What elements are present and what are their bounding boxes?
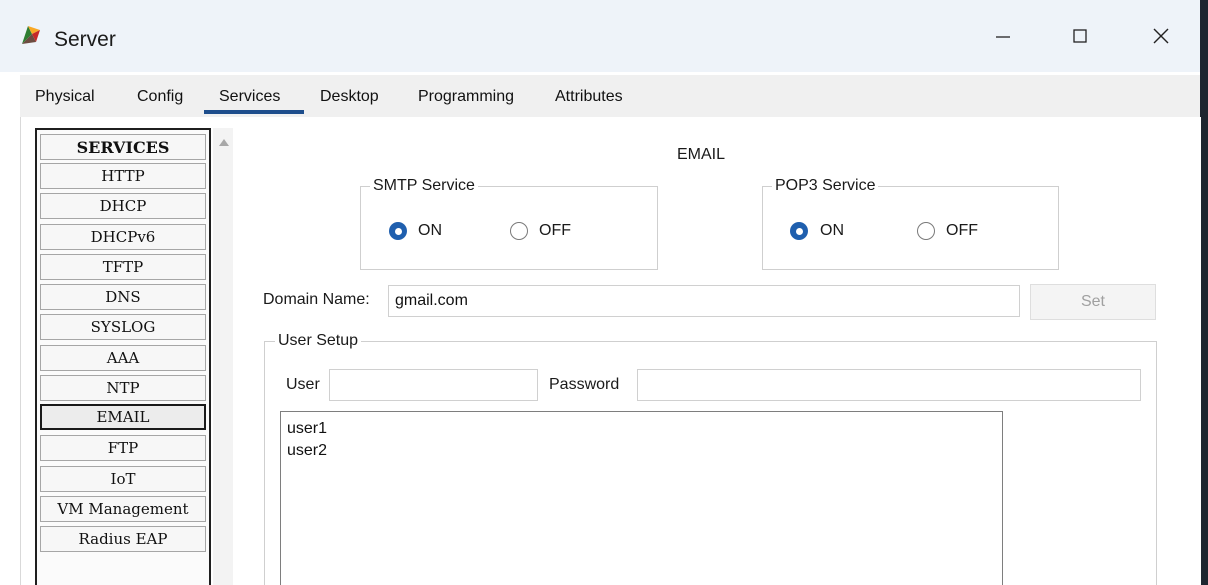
tab-attributes[interactable]: Attributes <box>555 80 623 114</box>
domain-name-input[interactable] <box>388 285 1020 317</box>
smtp-on-label[interactable]: ON <box>418 222 442 240</box>
user-label: User <box>286 376 320 393</box>
password-label: Password <box>549 376 620 393</box>
domain-name-label: Domain Name: <box>263 291 370 308</box>
maximize-icon <box>1073 29 1087 43</box>
scroll-up-icon[interactable] <box>219 139 229 146</box>
services-header: SERVICES <box>40 134 206 160</box>
close-button[interactable] <box>1138 18 1184 54</box>
maximize-button[interactable] <box>1057 18 1103 54</box>
service-item-iot[interactable]: IoT <box>40 466 206 492</box>
packet-tracer-icon <box>18 22 44 48</box>
user-input[interactable] <box>329 369 538 401</box>
service-item-radius-eap[interactable]: Radius EAP <box>40 526 206 552</box>
smtp-off-label[interactable]: OFF <box>539 222 571 240</box>
user-setup-legend: User Setup <box>275 332 362 350</box>
close-icon <box>1153 28 1169 44</box>
pop3-on-label[interactable]: ON <box>820 222 844 240</box>
smtp-service-legend: SMTP Service <box>370 177 478 195</box>
window-title: Server <box>54 28 116 51</box>
minimize-button[interactable] <box>980 18 1026 54</box>
services-list: SERVICES HTTP DHCP DHCPv6 TFTP DNS SYSLO… <box>35 128 211 585</box>
service-item-dhcpv6[interactable]: DHCPv6 <box>40 224 206 250</box>
email-title: EMAIL <box>677 146 726 163</box>
user-list-item[interactable]: user1 <box>287 418 996 440</box>
tab-config[interactable]: Config <box>137 80 183 114</box>
window-edge <box>1200 0 1208 585</box>
service-item-dhcp[interactable]: DHCP <box>40 193 206 219</box>
tab-bar-filler <box>650 75 1200 117</box>
set-domain-button[interactable]: Set <box>1030 284 1156 320</box>
user-list[interactable]: user1 user2 <box>280 411 1003 585</box>
service-item-aaa[interactable]: AAA <box>40 345 206 371</box>
service-item-http[interactable]: HTTP <box>40 163 206 189</box>
service-item-ftp[interactable]: FTP <box>40 435 206 461</box>
service-item-vm-management[interactable]: VM Management <box>40 496 206 522</box>
service-item-syslog[interactable]: SYSLOG <box>40 314 206 340</box>
service-item-ntp[interactable]: NTP <box>40 375 206 401</box>
service-item-dns[interactable]: DNS <box>40 284 206 310</box>
active-tab-indicator <box>204 110 304 114</box>
service-item-email[interactable]: EMAIL <box>40 404 206 430</box>
tab-services[interactable]: Services <box>219 80 280 114</box>
service-item-tftp[interactable]: TFTP <box>40 254 206 280</box>
minimize-icon <box>996 36 1010 38</box>
pop3-service-legend: POP3 Service <box>772 177 879 195</box>
smtp-off-radio[interactable] <box>510 222 528 240</box>
tab-desktop[interactable]: Desktop <box>320 80 379 114</box>
password-input[interactable] <box>637 369 1141 401</box>
smtp-on-radio[interactable] <box>389 222 407 240</box>
pop3-on-radio[interactable] <box>790 222 808 240</box>
tab-programming[interactable]: Programming <box>418 80 514 114</box>
pop3-off-radio[interactable] <box>917 222 935 240</box>
user-list-item[interactable]: user2 <box>287 440 996 462</box>
tab-physical[interactable]: Physical <box>35 80 95 114</box>
services-scrollbar[interactable] <box>213 128 233 585</box>
pop3-off-label[interactable]: OFF <box>946 222 978 240</box>
